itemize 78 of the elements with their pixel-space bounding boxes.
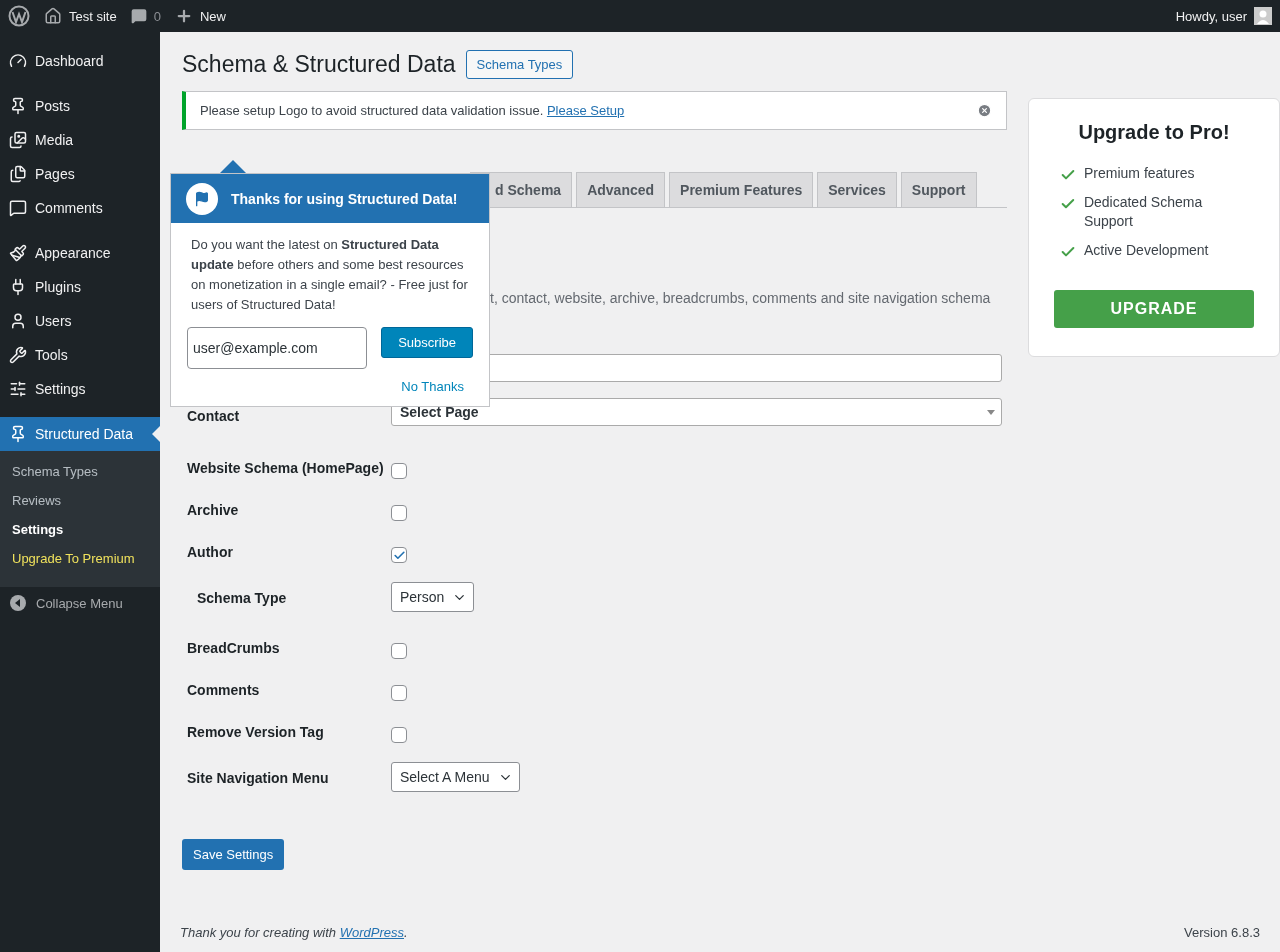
submenu-item[interactable]: Settings — [0, 515, 160, 544]
popup-text: Do you want the latest on Structured Data update before others and some best resources on monetization in a single email? - Free just for users of Structured Data! — [191, 236, 469, 314]
menu-item[interactable]: Pages — [0, 157, 160, 191]
field-label: Author — [187, 543, 234, 560]
field-label: Remove Version Tag — [187, 723, 325, 740]
select-field[interactable]: Select A Menu — [391, 762, 520, 792]
footer-text: Thank you for creating with WordPress. — [180, 925, 408, 940]
menu-item[interactable]: Plugins — [0, 270, 160, 304]
field-label: Comments — [187, 681, 261, 698]
home-icon — [44, 7, 62, 25]
field-label: Schema Type — [197, 589, 288, 606]
submenu-item[interactable]: Schema Types — [0, 457, 160, 486]
menu-item[interactable]: Media — [0, 123, 160, 157]
collapse-icon — [10, 595, 26, 611]
tab[interactable]: Advanced — [576, 172, 666, 207]
description: t, contact, website, archive, breadcrumbs, comments and site navigation schema — [490, 290, 992, 306]
wrench-icon — [9, 346, 27, 364]
save-button[interactable]: Save Settings — [182, 839, 285, 870]
comments-link[interactable]: 0 — [130, 8, 161, 24]
menu-item[interactable]: Users — [0, 304, 160, 338]
field-label: Website Schema (HomePage) — [187, 459, 385, 476]
select-field[interactable]: Person — [391, 582, 475, 612]
user-icon — [9, 312, 27, 330]
sliders-icon — [9, 380, 27, 398]
page-title: Schema & Structured Data — [182, 51, 456, 78]
field-label: Archive — [187, 501, 240, 518]
checkbox[interactable] — [391, 643, 407, 659]
logo-icon[interactable] — [8, 5, 30, 27]
pin-icon — [9, 425, 27, 443]
field-label: BreadCrumbs — [187, 639, 281, 656]
popup-title: Thanks for using Structured Data! — [231, 190, 458, 207]
card-title: Upgrade to Pro! — [1077, 121, 1231, 144]
wordpress-link[interactable]: WordPress — [339, 925, 404, 940]
field-label: Contact — [187, 407, 241, 424]
checkbox[interactable] — [391, 463, 407, 479]
select-field[interactable]: Select Page — [391, 398, 1002, 426]
menu-item[interactable]: Settings — [0, 372, 160, 406]
tab[interactable]: Support — [900, 172, 977, 207]
feature-text: Dedicated Schema Support — [1083, 193, 1204, 231]
collapse-menu[interactable]: Collapse Menu — [0, 587, 160, 619]
images-icon — [9, 131, 27, 149]
site-link[interactable]: Test site — [44, 7, 117, 25]
version-text: Version 6.8.3 — [1184, 925, 1260, 940]
speech-bubble-icon — [130, 8, 147, 24]
speech-bubble-icon — [9, 199, 27, 217]
setup-link[interactable]: Please Setup — [546, 103, 625, 118]
submenu-item[interactable]: Upgrade To Premium — [0, 544, 160, 573]
feature-text: Premium features — [1084, 164, 1195, 183]
schema-types-button[interactable]: Schema Types — [465, 50, 574, 79]
menu-item[interactable]: Appearance — [0, 236, 160, 270]
subscribe-button[interactable]: Subscribe — [381, 327, 473, 358]
notice-text: Please setup Logo to avoid structured data validation issue. Please Setup — [200, 103, 625, 118]
checkbox[interactable] — [391, 727, 407, 743]
avatar-icon — [1254, 7, 1272, 25]
new-link[interactable]: New — [174, 7, 226, 25]
email-field[interactable]: user@example.com — [187, 327, 367, 369]
no-thanks-link[interactable]: No Thanks — [401, 379, 464, 394]
pages-icon — [9, 165, 27, 183]
checkbox[interactable] — [391, 547, 407, 563]
checkbox[interactable] — [391, 505, 407, 521]
pointer-icon — [152, 426, 160, 442]
tab[interactable]: Premium Features — [669, 172, 814, 207]
menu-item[interactable]: Tools — [0, 338, 160, 372]
gauge-icon — [9, 52, 27, 70]
flag-icon — [186, 182, 218, 215]
tab[interactable]: Services — [817, 172, 897, 207]
menu-item[interactable]: Posts — [0, 89, 160, 123]
close-icon[interactable] — [977, 103, 992, 118]
checkbox[interactable] — [391, 685, 407, 701]
menu-item[interactable]: Structured Data — [0, 417, 160, 451]
feature-text: Active Development — [1084, 241, 1209, 260]
account-link[interactable]: Howdy, user — [1175, 7, 1272, 25]
paintbrush-icon — [9, 244, 27, 262]
field-label: Site Navigation Menu — [187, 769, 330, 786]
menu-item[interactable]: Comments — [0, 191, 160, 225]
menu-item[interactable]: Dashboard — [0, 44, 160, 78]
submenu-item[interactable]: Reviews — [0, 486, 160, 515]
pin-icon — [9, 97, 27, 115]
